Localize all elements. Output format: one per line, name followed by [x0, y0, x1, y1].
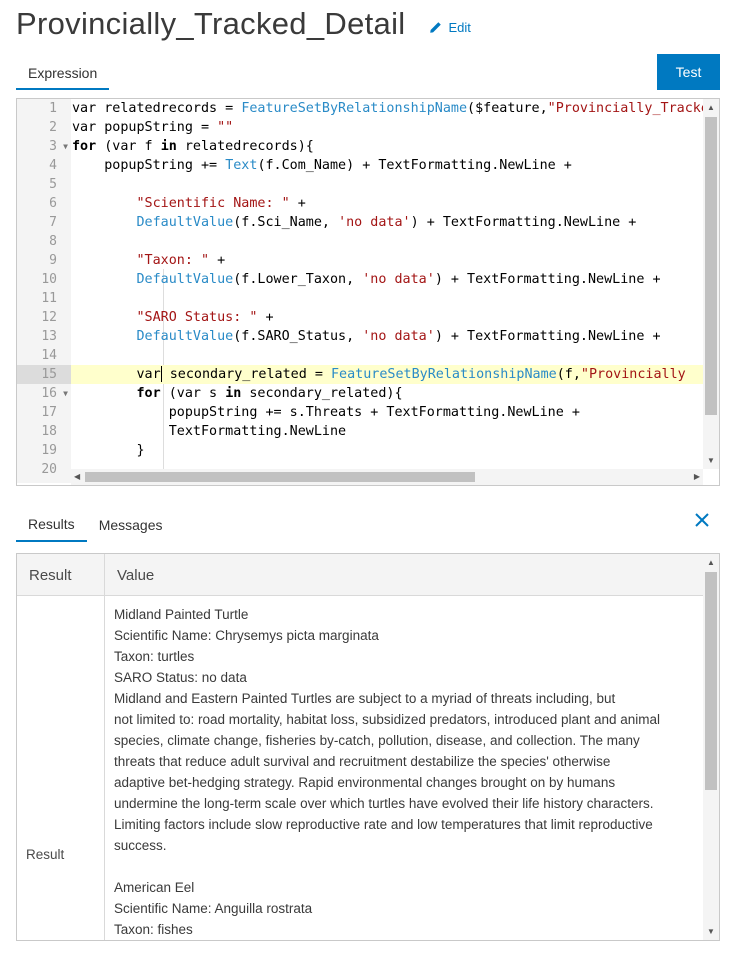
line-number: 6	[49, 196, 57, 211]
value-line: American Eel	[114, 880, 195, 895]
pencil-icon	[430, 21, 442, 33]
edit-label: Edit	[448, 19, 471, 35]
row-label: Result	[26, 847, 65, 862]
line-number: 8	[49, 234, 57, 249]
code-line: for (var s in secondary_related){	[136, 386, 403, 401]
code-line: DefaultValue(f.Lower_Taxon, 'no data') +…	[136, 272, 661, 287]
value-line: Taxon: fishes	[114, 922, 193, 937]
line-number: 3 ▼	[49, 137, 68, 156]
table-row: Result Midland Painted Turtle Scientific…	[17, 596, 703, 940]
scroll-up-icon[interactable]: ▲	[707, 103, 715, 112]
line-number: 10	[41, 272, 57, 287]
text-cursor	[160, 366, 162, 382]
line-number: 19	[41, 443, 57, 458]
code-line: popupString += Text(f.Com_Name) + TextFo…	[72, 158, 572, 173]
test-button[interactable]: Test	[657, 54, 720, 90]
editor-horizontal-scrollbar[interactable]: ◀ ▶	[71, 469, 703, 485]
line-number: 16 ▼	[41, 384, 68, 403]
value-spacer	[114, 856, 703, 877]
value-line: Scientific Name: Chrysemys picta margina…	[114, 628, 379, 643]
code-line: for (var f in relatedrecords){	[72, 139, 314, 154]
line-number-gutter: 1 2 3 ▼ 4 5 6 7 8 9 10 11 12 13 14 15 16 ▼…	[17, 99, 71, 483]
line-number-active: 15	[17, 365, 71, 384]
code-line: popupString += s.Threats + TextFormattin…	[72, 405, 580, 420]
value-line: Scientific Name: Anguilla rostrata	[114, 901, 313, 916]
value-line: success.	[114, 838, 167, 853]
code-line: TextFormatting.NewLine	[72, 424, 347, 439]
scroll-down-icon[interactable]: ▼	[707, 456, 715, 465]
line-number: 18	[41, 424, 57, 439]
editor-vertical-scrollbar[interactable]: ▲ ▼	[703, 99, 719, 469]
tab-expression[interactable]: Expression	[16, 58, 110, 90]
scroll-right-icon[interactable]: ▶	[694, 472, 700, 481]
value-line: Limiting factors include slow reproducti…	[114, 817, 653, 832]
code-line: var popupString = ""	[72, 120, 234, 135]
line-number: 5	[49, 177, 57, 192]
page-header: Provincially_Tracked_Detail Edit	[16, 4, 471, 44]
page-title: Provincially_Tracked_Detail	[16, 6, 406, 41]
line-number: 1	[49, 101, 57, 116]
line-number: 17	[41, 405, 57, 420]
scroll-left-icon[interactable]: ◀	[74, 472, 80, 481]
close-button[interactable]	[692, 510, 712, 530]
scroll-down-icon[interactable]: ▼	[707, 927, 715, 936]
value-line: species, climate change, fisheries by-ca…	[114, 733, 640, 748]
value-line: threats that reduce adult survival and r…	[114, 754, 611, 769]
tab-messages[interactable]: Messages	[87, 508, 175, 542]
close-icon	[695, 513, 709, 527]
line-number: 7	[49, 215, 57, 230]
value-line: Midland Painted Turtle	[114, 607, 249, 622]
edit-link[interactable]: Edit	[429, 19, 471, 35]
line-number: 4	[49, 158, 57, 173]
line-number: 2	[49, 120, 57, 135]
value-line: not limited to: road mortality, habitat …	[114, 712, 661, 727]
code-area[interactable]: var relatedrecords = FeatureSetByRelatio…	[71, 99, 703, 469]
table-header: Result Value	[17, 554, 703, 596]
code-line: var relatedrecords = FeatureSetByRelatio…	[72, 101, 703, 116]
value-line: Midland and Eastern Painted Turtles are …	[114, 691, 616, 706]
line-number: 11	[41, 291, 57, 306]
value-line: SARO Status: no data	[114, 670, 247, 685]
results-tabs: Results Messages	[16, 508, 175, 542]
row-label-cell: Result	[17, 596, 105, 940]
tab-results[interactable]: Results	[16, 508, 87, 542]
line-number: 14	[41, 348, 57, 363]
code-line-active: var secondary_related = FeatureSetByRela…	[71, 365, 703, 384]
value-line: undermine the long-term scale over which…	[114, 796, 654, 811]
line-number: 13	[41, 329, 57, 344]
fold-arrow-icon[interactable]: ▼	[63, 137, 68, 156]
scroll-thumb[interactable]	[705, 117, 717, 415]
column-header-result: Result	[17, 554, 105, 596]
code-line: "Taxon: " +	[136, 253, 226, 268]
line-number: 20	[41, 462, 57, 477]
scroll-up-icon[interactable]: ▲	[707, 558, 715, 567]
value-line: adaptive bet-hedging strategy. Rapid env…	[114, 775, 616, 790]
code-line: }	[72, 443, 145, 458]
scroll-thumb[interactable]	[705, 572, 717, 790]
code-line: DefaultValue(f.Sci_Name, 'no data') + Te…	[136, 215, 637, 230]
code-line: DefaultValue(f.SARO_Status, 'no data') +…	[136, 329, 661, 344]
line-number: 9	[49, 253, 57, 268]
value-cell: Midland Painted Turtle Scientific Name: …	[105, 596, 703, 940]
line-number: 12	[41, 310, 57, 325]
value-line: Taxon: turtles	[114, 649, 195, 664]
code-line: "Scientific Name: " +	[136, 196, 306, 211]
results-vertical-scrollbar[interactable]: ▲ ▼	[703, 554, 719, 940]
scroll-thumb[interactable]	[85, 472, 475, 482]
results-table: Result Value Result Midland Painted Turt…	[16, 553, 720, 941]
column-header-value: Value	[117, 566, 155, 584]
fold-arrow-icon[interactable]: ▼	[63, 384, 68, 403]
code-editor[interactable]: 1 2 3 ▼ 4 5 6 7 8 9 10 11 12 13 14 15 16 ▼…	[16, 98, 720, 486]
code-line: "SARO Status: " +	[136, 310, 274, 325]
